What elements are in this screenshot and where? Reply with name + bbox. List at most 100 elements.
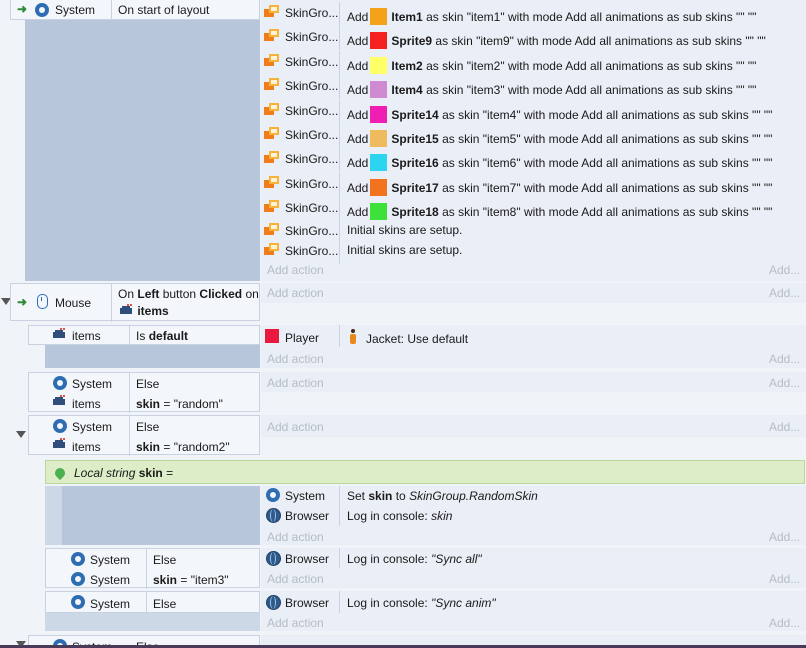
globe-icon — [266, 595, 281, 610]
add-more-link[interactable]: Add... — [769, 376, 800, 390]
gear-icon — [51, 419, 69, 433]
sprite-icon — [51, 438, 67, 450]
object-name: SkinGro... — [285, 223, 339, 238]
action-row[interactable]: SkinGro... Add Sprite9 as skin "item9" wit… — [261, 26, 806, 51]
action-text: Add Item1 as skin "item1" with mode Add a… — [347, 8, 757, 25]
object-name: System — [285, 489, 326, 503]
object-name: SkinGro... — [285, 128, 339, 142]
object-name: Player — [285, 331, 320, 345]
location-pin-icon — [52, 465, 68, 481]
add-action-link[interactable]: Add action — [267, 572, 324, 586]
sprite-color-icon — [370, 81, 388, 99]
object-name: SkinGro... — [285, 176, 339, 191]
action-text: Add Sprite16 as skin "item6" with mode Ad… — [347, 154, 773, 172]
add-action-link[interactable]: Add action — [267, 263, 324, 277]
action-list-sub4: Browser Log in console: "Sync all" Add a… — [261, 548, 806, 588]
globe-icon — [266, 551, 281, 566]
condition-items-is-default[interactable]: items Is default — [28, 325, 260, 346]
person-icon — [349, 329, 357, 344]
object-name: items — [72, 329, 101, 343]
action-list-sub1: Player Jacket: Use default Add action Ad… — [261, 325, 806, 368]
sprite-icon — [51, 328, 67, 340]
action-row[interactable]: SkinGro... Add Item4 as skin "item3" with … — [261, 75, 806, 100]
action-text: Jacket: Use default — [366, 332, 469, 346]
add-action-row: Add action Add... — [261, 260, 806, 280]
action-row[interactable]: SkinGro... Initial skins are setup. — [261, 219, 806, 244]
mouse-icon — [37, 294, 48, 309]
action-row[interactable]: SkinGro... Initial skins are setup. — [261, 240, 806, 264]
add-action-link[interactable]: Add action — [267, 420, 324, 434]
sprite-color-icon — [370, 154, 388, 172]
object-name: System — [55, 3, 96, 17]
sprite-color-icon — [370, 32, 388, 50]
gear-icon — [69, 572, 87, 586]
action-text: Add Sprite9 as skin "item9" with mode Add… — [347, 32, 766, 50]
action-row[interactable]: SkinGro... Add Sprite14 as skin "item4" wi… — [261, 99, 806, 124]
action-row[interactable]: SkinGro... Add Sprite18 as skin "item8" wi… — [261, 197, 806, 222]
add-more-link[interactable]: Add... — [769, 420, 800, 434]
add-more-link[interactable]: Add... — [769, 352, 800, 366]
else-text: Else — [153, 553, 177, 567]
collapse-toggle[interactable] — [16, 431, 26, 438]
add-more-link[interactable]: Add... — [769, 616, 800, 630]
condition-on-start-of-layout[interactable]: ➜ System On start of layout — [10, 0, 260, 20]
add-more-link[interactable]: Add... — [769, 263, 800, 277]
sprite-color-icon — [370, 8, 388, 25]
action-list-mouse: Add action Add... — [261, 283, 806, 303]
skin-group-icon — [264, 200, 280, 213]
action-list-sub3: Add action Add... — [261, 415, 806, 437]
object-name: SkinGro... — [285, 30, 339, 45]
player-color-icon — [265, 329, 279, 343]
event-block-start-layout — [25, 0, 260, 281]
skin-group-icon — [264, 127, 280, 139]
add-action-link[interactable]: Add action — [267, 530, 324, 544]
add-action-link[interactable]: Add action — [267, 286, 324, 300]
condition-text: On start of layout — [118, 3, 210, 17]
add-more-link[interactable]: Add... — [769, 530, 800, 544]
object-name: System — [90, 597, 131, 611]
gear-icon — [33, 3, 51, 17]
condition-else-random[interactable]: System items Else skin = "random" — [28, 372, 260, 413]
action-row[interactable]: SkinGro... Add Item2 as skin "item2" with … — [261, 50, 806, 75]
skin-group-icon — [264, 102, 280, 115]
sprite-color-icon — [370, 56, 388, 74]
object-name: System — [72, 377, 113, 391]
gear-icon — [51, 376, 69, 390]
skin-group-icon — [264, 243, 280, 255]
skin-group-icon — [264, 175, 280, 188]
action-list-sub5: Browser Log in console: "Sync anim" Add … — [261, 591, 806, 631]
object-name: SkinGro... — [285, 79, 339, 94]
sprite-color-icon — [370, 105, 388, 123]
trigger-arrow-icon: ➜ — [17, 295, 28, 309]
condition-mouse-clicked[interactable]: ➜ Mouse On Left button Clicked on items — [10, 283, 260, 322]
else-text: Else — [136, 377, 160, 391]
skin-group-icon — [264, 29, 280, 42]
gear-icon — [69, 595, 87, 609]
object-name: Browser — [285, 509, 330, 523]
action-row[interactable]: SkinGro... Add Item1 as skin "item1" with … — [261, 2, 806, 26]
sprite-color-icon — [370, 203, 388, 221]
condition-else[interactable]: System Else — [45, 591, 260, 614]
action-row[interactable]: SkinGro... Add Sprite17 as skin "item7" wi… — [261, 172, 806, 197]
sprite-icon — [51, 395, 67, 407]
add-more-link[interactable]: Add... — [769, 286, 800, 300]
add-action-link[interactable]: Add action — [267, 352, 324, 366]
add-action-link[interactable]: Add action — [267, 376, 324, 390]
globe-icon — [266, 508, 281, 523]
action-text: Add Sprite15 as skin "item5" with mode Ad… — [347, 130, 773, 147]
condition-else-random2[interactable]: System items Else skin = "random2" — [28, 415, 260, 456]
add-action-link[interactable]: Add action — [267, 616, 324, 630]
else-text: Else — [136, 420, 160, 434]
object-name: Browser — [285, 596, 330, 610]
gear-icon — [264, 488, 282, 502]
action-text: Add Item4 as skin "item3" with mode Add a… — [347, 81, 757, 99]
action-text: Initial skins are setup. — [347, 222, 463, 237]
action-row[interactable]: SkinGro... Add Sprite16 as skin "item6" wi… — [261, 148, 806, 173]
skin-group-icon — [264, 53, 280, 66]
add-more-link[interactable]: Add... — [769, 572, 800, 586]
sprite-icon — [118, 304, 134, 316]
local-variable-row[interactable]: Local string skin = — [45, 460, 805, 484]
condition-else-item3[interactable]: System System Else skin = "item3" — [45, 548, 260, 589]
action-row[interactable]: SkinGro... Add Sprite15 as skin "item5" wi… — [261, 124, 806, 148]
skin-group-icon — [264, 78, 280, 91]
